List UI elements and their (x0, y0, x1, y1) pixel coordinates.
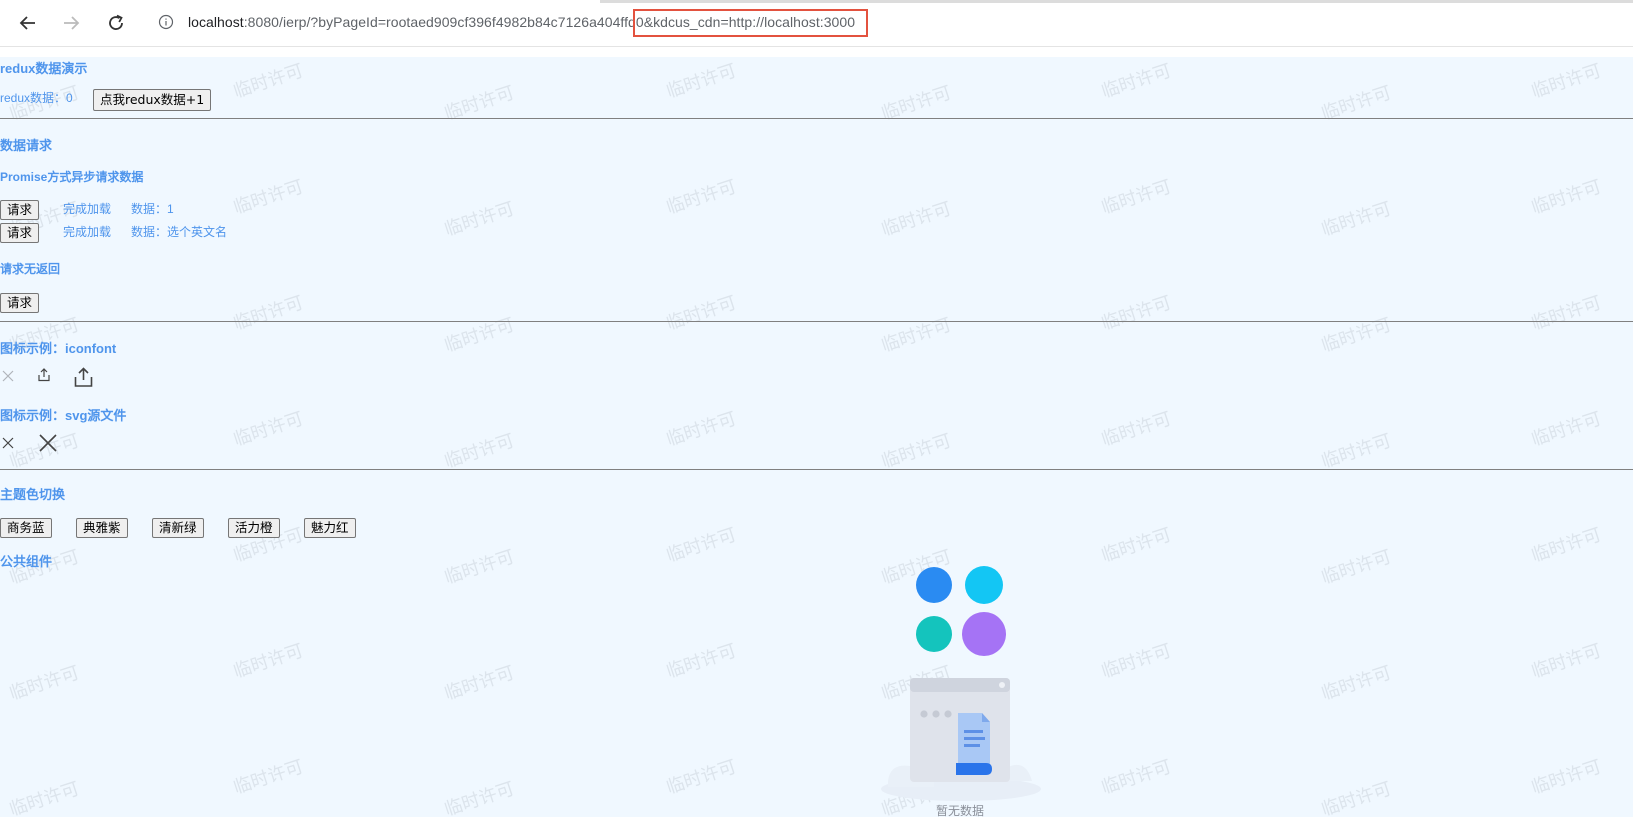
request-data-1: 数据：1 (131, 202, 174, 216)
close-icon[interactable] (2, 437, 14, 449)
watermark-text: 临时许可 (1318, 778, 1394, 817)
reload-icon (109, 14, 123, 30)
theme-green-button[interactable]: 清新绿 (152, 518, 204, 538)
request-button-2[interactable]: 请求 (0, 223, 40, 243)
watermark-text: 临时许可 (1318, 314, 1394, 356)
watermark-text: 临时许可 (878, 430, 954, 472)
promise-title: Promise方式异步请求数据 (0, 170, 144, 184)
svg-title: 图标示例：svg源文件 (0, 408, 127, 423)
divider (0, 321, 1633, 322)
watermark-text: 临时许可 (1098, 524, 1174, 566)
watermark-text: 临时许可 (878, 198, 954, 240)
theme-orange-button[interactable]: 活力橙 (228, 518, 280, 538)
close-large-icon[interactable] (39, 434, 57, 452)
watermark-text: 临时许可 (230, 176, 306, 218)
watermark-text: 临时许可 (441, 662, 517, 704)
back-arrow-icon (19, 16, 35, 30)
forward-arrow-icon (64, 16, 80, 30)
watermark-text: 临时许可 (441, 546, 517, 588)
loading-dot (916, 567, 952, 603)
request-title: 数据请求 (0, 138, 53, 153)
watermark-text: 临时许可 (441, 314, 517, 356)
watermark-text: 临时许可 (230, 408, 306, 450)
info-icon[interactable] (158, 14, 174, 30)
watermark-text: 临时许可 (1528, 176, 1604, 218)
watermark-text: 临时许可 (6, 662, 82, 704)
watermark-text: 临时许可 (1528, 60, 1604, 102)
url-host: localhost (188, 14, 244, 30)
watermark-text: 临时许可 (1528, 756, 1604, 798)
reload-button[interactable] (100, 8, 132, 38)
theme-blue-button[interactable]: 商务蓝 (0, 518, 52, 538)
watermark-text: 临时许可 (441, 430, 517, 472)
watermark-text: 临时许可 (663, 640, 739, 682)
browser-toolbar: localhost:8080/ierp/?byPageId=rootaed909… (0, 0, 1633, 47)
share-large-icon[interactable] (73, 367, 94, 388)
theme-purple-button[interactable]: 典雅紫 (76, 518, 128, 538)
no-return-request-button[interactable]: 请求 (0, 293, 40, 313)
divider (0, 469, 1633, 470)
redux-increment-button[interactable]: 点我redux数据+1 (93, 89, 212, 111)
watermark-text: 临时许可 (1528, 524, 1604, 566)
redux-data-label: redux数据：0 (0, 91, 73, 105)
watermark-text: 临时许可 (441, 778, 517, 817)
tab-strip (600, 0, 1633, 3)
watermark-text: 临时许可 (1528, 408, 1604, 450)
watermark-text: 临时许可 (1528, 292, 1604, 334)
watermark-text: 临时许可 (663, 408, 739, 450)
share-icon[interactable] (37, 368, 51, 382)
forward-button[interactable] (55, 8, 87, 38)
back-button[interactable] (12, 8, 44, 38)
watermark-text: 临时许可 (1528, 640, 1604, 682)
iconfont-title: 图标示例：iconfont (0, 341, 117, 356)
watermark-text: 临时许可 (663, 524, 739, 566)
watermark-text: 临时许可 (1098, 60, 1174, 102)
watermark-text: 临时许可 (1098, 292, 1174, 334)
watermark-text: 临时许可 (1098, 176, 1174, 218)
request-status-1: 完成加载 (63, 202, 112, 216)
loading-dot (962, 612, 1006, 656)
watermark-text: 临时许可 (1098, 408, 1174, 450)
theme-title: 主题色切换 (0, 487, 66, 502)
loading-dots-icon (916, 566, 1006, 656)
empty-data-illustration-icon (881, 678, 1041, 801)
watermark-text: 临时许可 (878, 314, 954, 356)
common-title: 公共组件 (0, 554, 53, 569)
url-highlight-box (633, 9, 868, 37)
watermark-text: 临时许可 (1318, 662, 1394, 704)
watermark-text: 临时许可 (230, 60, 306, 102)
loading-dot (965, 566, 1003, 604)
close-icon[interactable] (2, 370, 14, 382)
request-status-2: 完成加载 (63, 225, 112, 239)
watermark-text: 临时许可 (1318, 430, 1394, 472)
watermark-text: 临时许可 (230, 292, 306, 334)
watermark-text: 临时许可 (663, 756, 739, 798)
watermark-text: 临时许可 (1318, 198, 1394, 240)
divider (0, 118, 1633, 119)
page-content: 临时许可 临时许可 临时许可 临时许可 临时许可 临时许可 临时许可 临时许可 临时许可 临时许可… (0, 57, 1633, 817)
watermark-text: 临时许可 (230, 756, 306, 798)
watermark-text: 临时许可 (1098, 640, 1174, 682)
watermark-text: 临时许可 (663, 292, 739, 334)
watermark-text: 临时许可 (6, 778, 82, 817)
theme-red-button[interactable]: 魅力红 (304, 518, 356, 538)
request-button-1[interactable]: 请求 (0, 200, 40, 220)
redux-title: redux数据演示 (0, 61, 88, 76)
watermark-text: 临时许可 (1098, 756, 1174, 798)
watermark-text: 临时许可 (1318, 546, 1394, 588)
watermark-layer: 临时许可 临时许可 临时许可 临时许可 临时许可 临时许可 临时许可 临时许可 临时许可 临时许可… (0, 57, 1633, 817)
no-return-title: 请求无返回 (0, 262, 61, 276)
watermark-text: 临时许可 (441, 198, 517, 240)
empty-data-text: 暂无数据 (936, 804, 985, 817)
loading-dot (916, 616, 952, 652)
watermark-text: 临时许可 (663, 60, 739, 102)
watermark-text: 临时许可 (663, 176, 739, 218)
watermark-text: 临时许可 (230, 640, 306, 682)
request-data-2: 数据：选个英文名 (131, 225, 228, 239)
